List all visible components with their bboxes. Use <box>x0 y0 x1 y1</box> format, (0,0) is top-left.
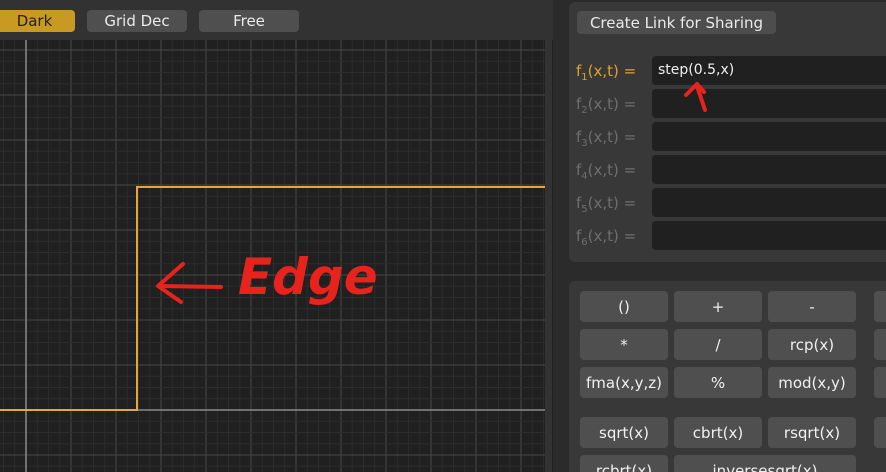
key-percent[interactable]: % <box>674 367 762 398</box>
key-partial-2[interactable] <box>874 329 886 360</box>
function-label-4: f4(x,t) = <box>576 161 636 182</box>
key-partial-4[interactable] <box>874 417 886 448</box>
function-input-5[interactable] <box>652 188 886 217</box>
key-partial-3[interactable] <box>874 367 886 398</box>
keypad-panel: () + - * / rcp(x) fma(x,y,z) % mod(x,y) … <box>569 281 886 472</box>
function-row-3: f3(x,t) = <box>569 122 886 152</box>
up-arrow-icon <box>684 82 707 112</box>
function-label-3: f3(x,t) = <box>576 128 636 149</box>
key-multiply[interactable]: * <box>580 329 668 360</box>
key-plus[interactable]: + <box>674 291 762 322</box>
functions-panel: Create Link for Sharing f1(x,t) = step(0… <box>569 2 886 262</box>
key-cbrt[interactable]: cbrt(x) <box>674 417 762 448</box>
key-rcp[interactable]: rcp(x) <box>768 329 856 360</box>
key-parens[interactable]: () <box>580 291 668 322</box>
function-row-4: f4(x,t) = <box>569 155 886 185</box>
graph-toolbar: Dark Grid Dec Free <box>0 0 553 40</box>
plot-canvas[interactable]: Edge <box>0 40 545 472</box>
key-minus[interactable]: - <box>768 291 856 322</box>
function-row-6: f6(x,t) = <box>569 221 886 251</box>
grid-dec-button[interactable]: Grid Dec <box>87 10 187 32</box>
graph-panel: Dark Grid Dec Free Edge <box>0 0 553 472</box>
key-sqrt[interactable]: sqrt(x) <box>580 417 668 448</box>
key-fma[interactable]: fma(x,y,z) <box>580 367 668 398</box>
function-label-suffix: (x,t) = <box>587 227 637 245</box>
dark-theme-button[interactable]: Dark <box>0 10 75 32</box>
function-input-3[interactable] <box>652 122 886 151</box>
key-partial-1[interactable] <box>874 291 886 322</box>
function-label-suffix: (x,t) = <box>587 128 637 146</box>
cursor-annotation <box>684 82 707 112</box>
function-label-5: f5(x,t) = <box>576 194 636 215</box>
function-label-suffix: (x,t) = <box>587 194 637 212</box>
key-inversesqrt[interactable]: inversesqrt(x) <box>674 455 856 472</box>
plot-area[interactable]: Edge <box>0 40 545 472</box>
function-input-6[interactable] <box>652 221 886 250</box>
function-row-5: f5(x,t) = <box>569 188 886 218</box>
left-arrow-icon <box>156 262 223 304</box>
key-rsqrt[interactable]: rsqrt(x) <box>768 417 856 448</box>
function-label-6: f6(x,t) = <box>576 227 636 248</box>
function-input-4[interactable] <box>652 155 886 184</box>
key-rcbrt[interactable]: rcbrt(x) <box>580 455 668 472</box>
free-button[interactable]: Free <box>199 10 299 32</box>
function-label-suffix: (x,t) = <box>587 161 637 179</box>
key-mod[interactable]: mod(x,y) <box>768 367 856 398</box>
edge-label: Edge <box>238 248 378 306</box>
app-root: Dark Grid Dec Free Edge Create Link for … <box>0 0 886 472</box>
key-divide[interactable]: / <box>674 329 762 360</box>
